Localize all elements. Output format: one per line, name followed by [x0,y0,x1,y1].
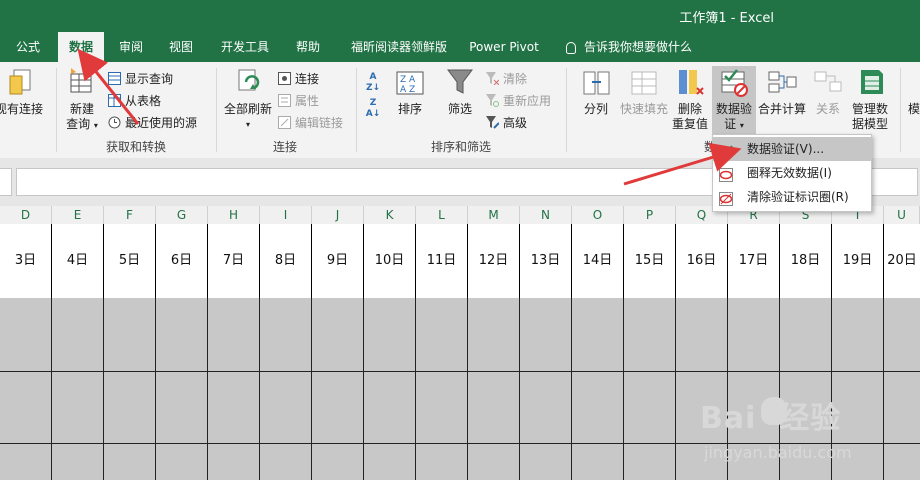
red-arrow-to-data-tab [77,48,140,125]
annotation-arrows [77,48,742,186]
red-arrow-to-validation [623,142,742,186]
